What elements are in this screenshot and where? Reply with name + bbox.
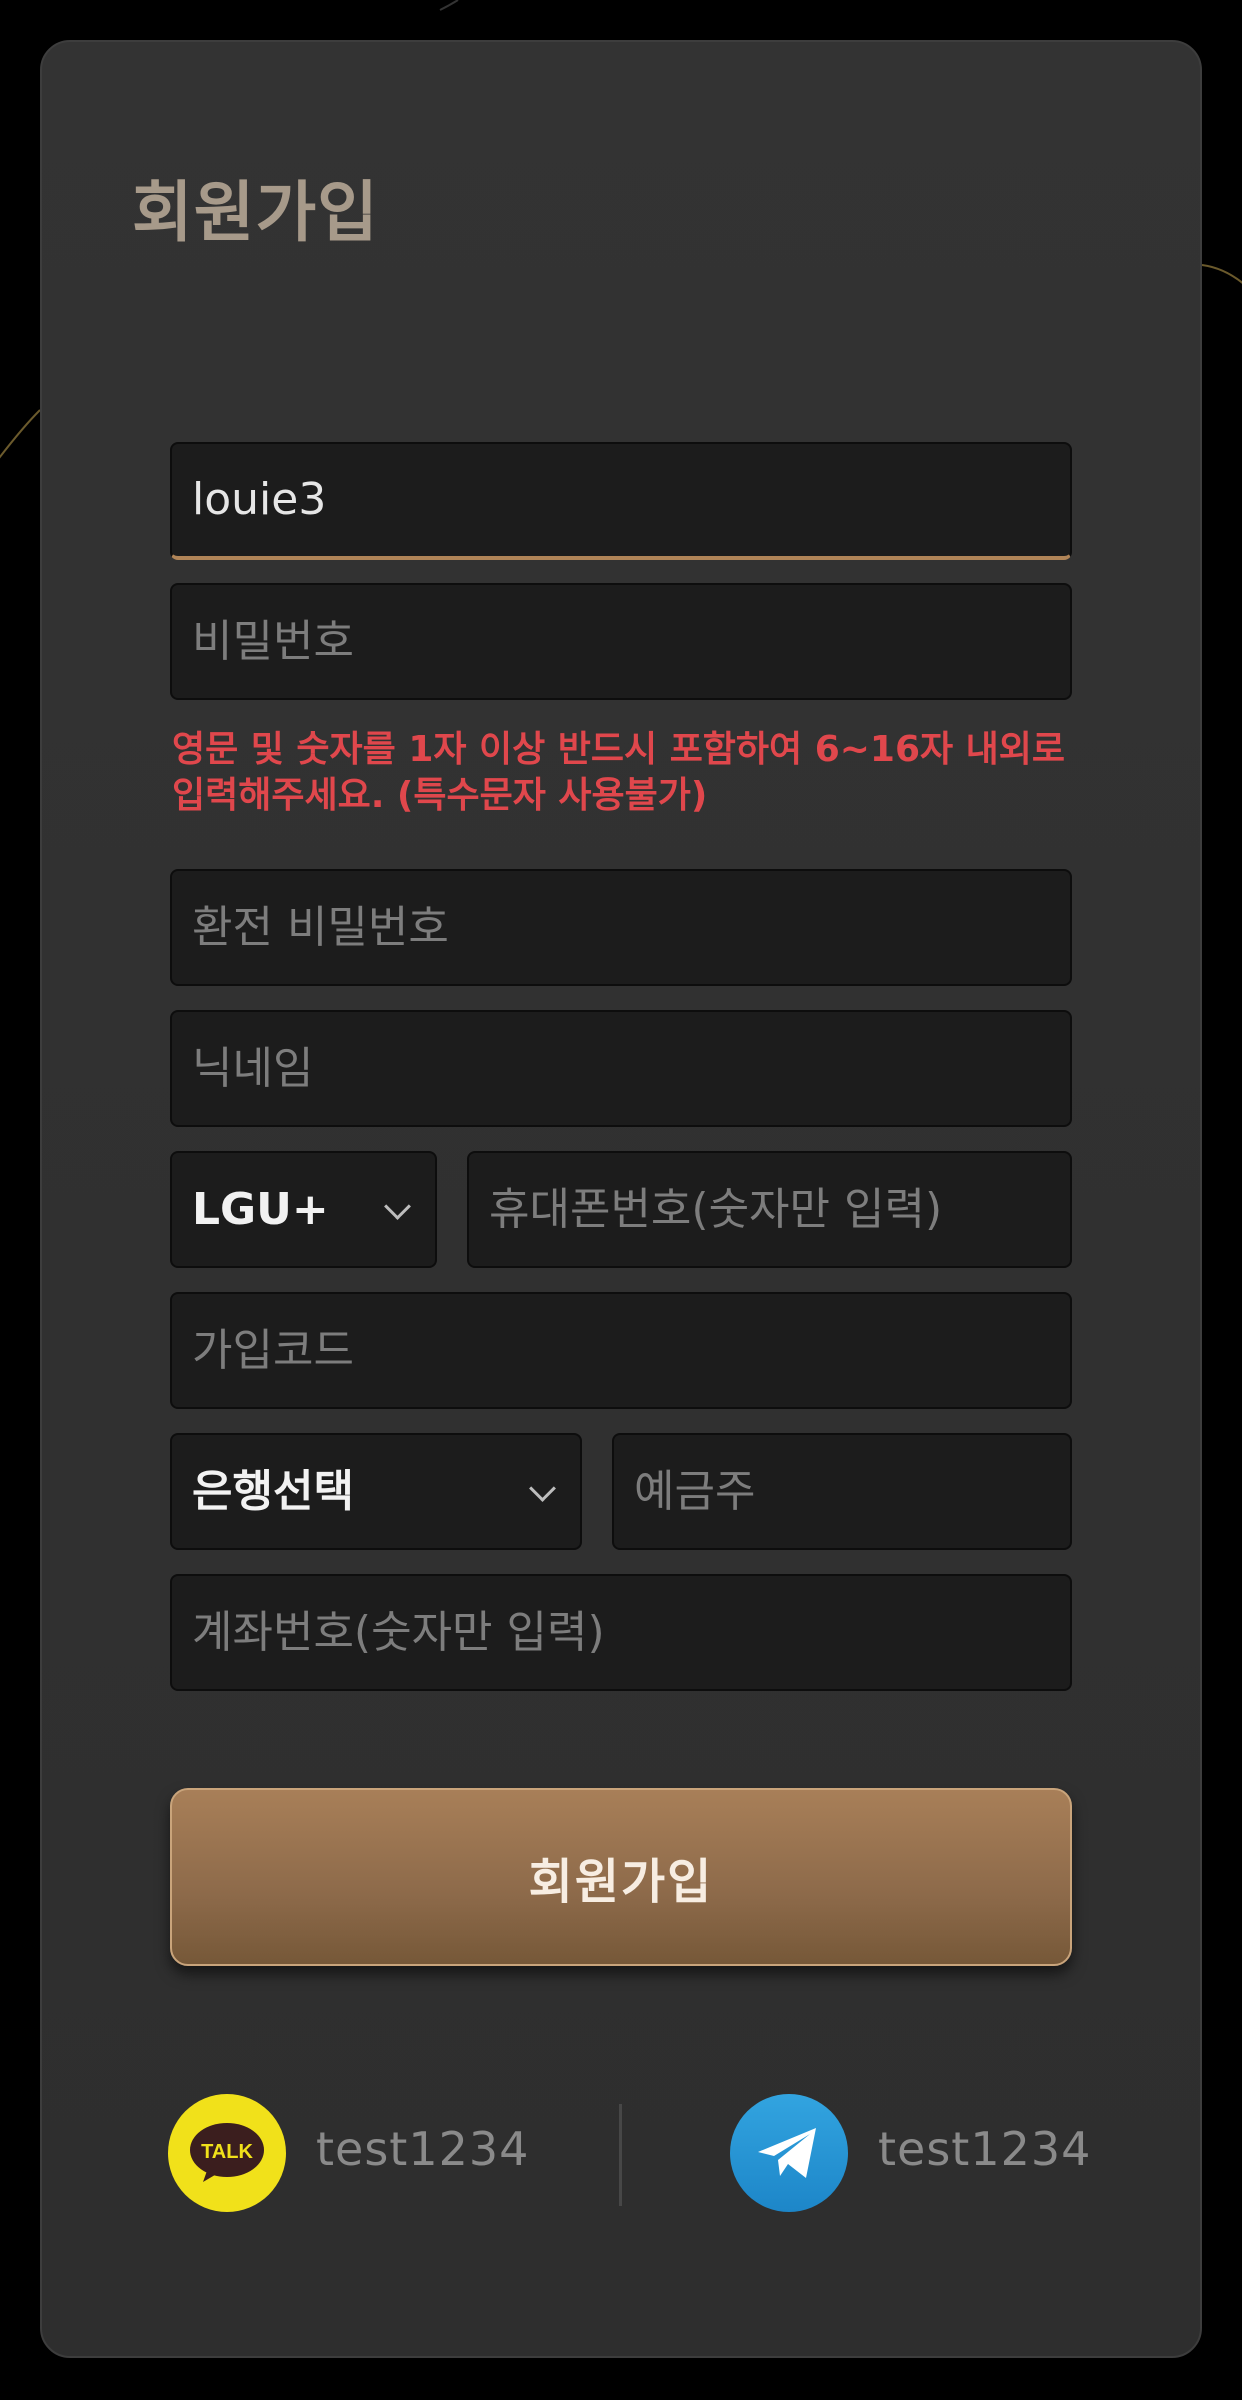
- username-input[interactable]: louie3: [170, 442, 1072, 560]
- exchange-password-input[interactable]: 환전 비밀번호: [170, 869, 1072, 986]
- account-holder-placeholder: 예금주: [634, 1465, 756, 1517]
- kakao-talk-icon[interactable]: TALK: [168, 2094, 286, 2212]
- kakao-id: test1234: [316, 2122, 530, 2176]
- telegram-icon[interactable]: [730, 2094, 848, 2212]
- bank-select[interactable]: 은행선택: [170, 1433, 582, 1550]
- chevron-down-icon: [384, 1192, 411, 1220]
- page-title: 회원가입: [132, 174, 379, 251]
- account-holder-input[interactable]: 예금주: [612, 1433, 1072, 1550]
- telegram-id: test1234: [878, 2122, 1092, 2176]
- carrier-select[interactable]: LGU+: [170, 1151, 437, 1268]
- exchange-password-placeholder: 환전 비밀번호: [192, 901, 449, 953]
- account-number-placeholder: 계좌번호(숫자만 입력): [192, 1606, 605, 1658]
- carrier-selected-value: LGU+: [192, 1183, 329, 1235]
- signup-submit-label: 회원가입: [528, 1854, 714, 1910]
- signup-submit-button[interactable]: 회원가입: [170, 1788, 1072, 1966]
- bank-selected-value: 은행선택: [192, 1465, 354, 1517]
- account-number-input[interactable]: 계좌번호(숫자만 입력): [170, 1574, 1072, 1691]
- password-placeholder: 비밀번호: [192, 615, 354, 667]
- password-hint: 영문 및 숫자를 1자 이상 반드시 포함하여 6~16자 내외로 입력해주세요…: [172, 729, 1066, 816]
- nickname-input[interactable]: 닉네임: [170, 1010, 1072, 1127]
- phone-input[interactable]: 휴대폰번호(숫자만 입력): [467, 1151, 1072, 1268]
- contact-divider: [619, 2104, 622, 2206]
- password-input[interactable]: 비밀번호: [170, 583, 1072, 700]
- kakao-icon-text: TALK: [201, 2141, 253, 2163]
- username-value: louie3: [192, 474, 327, 525]
- signup-code-placeholder: 가입코드: [192, 1324, 354, 1376]
- phone-placeholder: 휴대폰번호(숫자만 입력): [489, 1183, 943, 1235]
- chevron-down-icon: [529, 1474, 556, 1502]
- nickname-placeholder: 닉네임: [192, 1042, 314, 1094]
- signup-code-input[interactable]: 가입코드: [170, 1292, 1072, 1409]
